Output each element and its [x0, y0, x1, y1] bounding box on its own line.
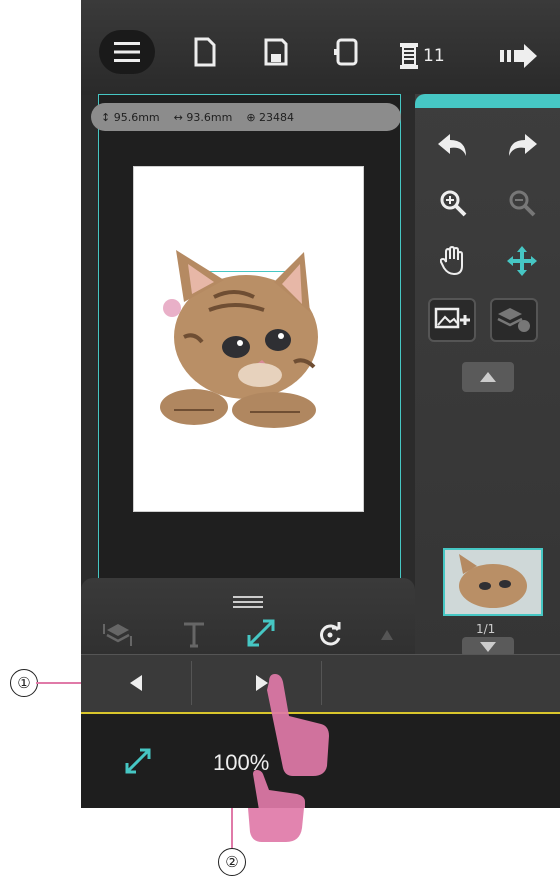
- drag-handle-icon[interactable]: [233, 596, 263, 608]
- zoom-in-button[interactable]: [436, 186, 470, 220]
- width-info: ↔ 93.6mm: [173, 110, 233, 124]
- hoop-area: [133, 166, 364, 512]
- right-panel-tab[interactable]: [415, 94, 560, 108]
- chevron-up-icon: [480, 372, 496, 382]
- finger-tap-icon: [267, 674, 329, 776]
- decrease-button[interactable]: [101, 663, 171, 703]
- move-button[interactable]: [505, 244, 539, 278]
- layers-icon: [497, 308, 530, 332]
- hoop-icon: [334, 38, 358, 66]
- resize-indicator: [121, 744, 155, 778]
- top-toolbar: 11: [81, 0, 560, 95]
- undo-icon: [438, 134, 466, 156]
- resize-icon: [247, 619, 275, 647]
- save-button[interactable]: [260, 36, 292, 68]
- resize-small-icon: [125, 748, 151, 774]
- callout-1: ①: [10, 669, 38, 697]
- kitten-design[interactable]: [154, 242, 334, 432]
- thread-spool-icon: [400, 43, 418, 69]
- add-image-button[interactable]: [428, 298, 476, 342]
- new-file-icon: [194, 37, 216, 67]
- layers-button[interactable]: [490, 298, 538, 342]
- rotate-icon: [320, 622, 341, 646]
- redo-icon: [509, 134, 537, 156]
- forward-icon: [500, 44, 537, 68]
- next-button[interactable]: [499, 40, 539, 72]
- thread-count: 11: [423, 46, 445, 66]
- menu-button[interactable]: [99, 30, 155, 74]
- stitch-count: 23484: [259, 110, 295, 124]
- design-thumbnail[interactable]: [443, 548, 543, 616]
- hamburger-icon: [114, 42, 140, 62]
- redo-button[interactable]: [505, 128, 539, 162]
- hand-icon: [440, 246, 463, 276]
- layer-order-icon: [103, 624, 132, 646]
- rotate-button[interactable]: [313, 618, 347, 652]
- chevron-down-icon: [480, 642, 496, 652]
- new-file-button[interactable]: [189, 36, 221, 68]
- arrow-divider-1: [191, 661, 192, 705]
- thread-count-button[interactable]: 11: [399, 42, 445, 70]
- text-icon: [184, 622, 204, 648]
- width-value: 93.6mm: [186, 110, 233, 124]
- edit-tools-panel: [81, 578, 415, 656]
- undo-button[interactable]: [436, 128, 470, 162]
- save-icon: [264, 38, 288, 66]
- height-value: 95.6mm: [113, 110, 160, 124]
- thumbnail-kitten: [459, 554, 527, 608]
- device-screen: 11 ↕ 95.6mm ↔ 93.6mm ⊕ 23484 1/1 100%: [81, 0, 560, 808]
- finger-tap-icon-2: [253, 770, 305, 808]
- callout-2: ②: [218, 848, 246, 876]
- zoom-out-button[interactable]: [505, 186, 539, 220]
- text-button[interactable]: [177, 618, 211, 652]
- thumbnail-page-label: 1/1: [476, 622, 496, 636]
- zoom-in-icon: [440, 190, 467, 217]
- design-info-bar: ↕ 95.6mm ↔ 93.6mm ⊕ 23484: [91, 103, 401, 131]
- arrow-left-icon: [130, 675, 142, 691]
- height-info: ↕ 95.6mm: [101, 110, 160, 124]
- layer-order-button[interactable]: [101, 618, 135, 652]
- add-image-icon: [434, 307, 470, 329]
- finger-tap-icon-3: [248, 808, 304, 842]
- pan-button[interactable]: [436, 244, 470, 278]
- tools-scroll-up-icon[interactable]: [381, 630, 393, 640]
- hoop-button[interactable]: [331, 36, 363, 68]
- move-icon: [507, 246, 537, 276]
- zoom-out-icon: [509, 190, 536, 217]
- stitch-info: ⊕ 23484: [246, 110, 295, 124]
- resize-button[interactable]: [244, 616, 278, 650]
- panel-scroll-up[interactable]: [462, 362, 514, 392]
